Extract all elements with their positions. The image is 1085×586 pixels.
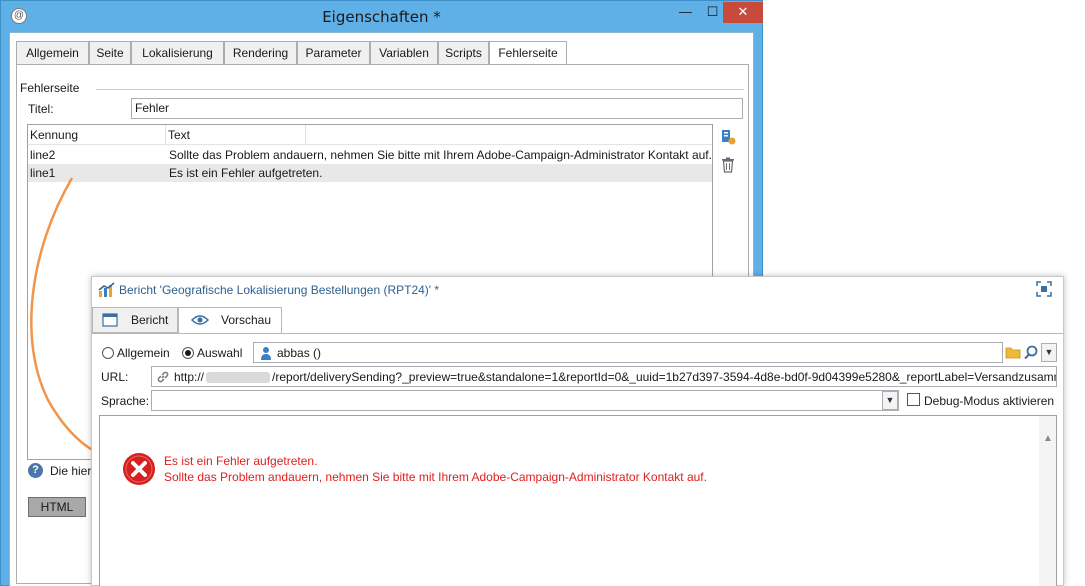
tab-bericht[interactable]: Bericht — [92, 307, 178, 333]
tab-allgemein[interactable]: Allgemein — [16, 41, 89, 65]
tab-label: Vorschau — [221, 313, 272, 327]
tab-lokalisierung[interactable]: Lokalisierung — [131, 41, 224, 65]
scrollbar[interactable]: ▲ — [1039, 416, 1056, 586]
eye-icon — [191, 315, 209, 325]
user-value: abbas () — [277, 346, 322, 360]
trash-icon[interactable] — [720, 157, 736, 173]
html-button[interactable]: HTML — [28, 497, 86, 517]
row-text: Es ist ein Fehler aufgetreten. — [169, 166, 323, 180]
close-button[interactable]: ✕ — [723, 2, 763, 23]
radio-allgemein[interactable] — [102, 347, 114, 359]
language-dropdown-button[interactable]: ▼ — [882, 391, 898, 410]
tab-divider — [92, 333, 1063, 334]
column-divider[interactable] — [165, 125, 166, 145]
table-row[interactable]: line2 Sollte das Problem andauern, nehme… — [28, 146, 712, 164]
title-bar[interactable]: @ Eigenschaften * — ☐ ✕ — [1, 1, 763, 32]
folder-icon[interactable] — [1004, 343, 1022, 362]
chart-icon — [98, 282, 115, 297]
language-label: Sprache: — [101, 394, 150, 408]
preview-pane: Es ist ein Fehler aufgetreten. Sollte da… — [99, 415, 1057, 586]
error-message: Es ist ein Fehler aufgetreten. — [164, 454, 318, 468]
group-divider — [96, 89, 744, 90]
link-icon — [157, 371, 169, 383]
url-path: /report/deliverySending?_preview=true&st… — [272, 370, 1057, 384]
user-dropdown-button[interactable]: ▼ — [1041, 343, 1057, 362]
group-label: Fehlerseite — [20, 81, 84, 95]
search-icon[interactable] — [1022, 343, 1040, 362]
window-title: Eigenschaften * — [322, 8, 441, 26]
tab-variablen[interactable]: Variablen — [370, 41, 438, 65]
radio-label: Allgemein — [117, 346, 170, 360]
add-row-icon[interactable] — [720, 129, 736, 145]
minimize-button[interactable]: — — [672, 2, 699, 23]
language-select[interactable] — [151, 390, 899, 411]
scroll-up-icon[interactable]: ▲ — [1043, 433, 1053, 444]
help-text: Die hier — [50, 464, 92, 478]
row-text: Sollte das Problem andauern, nehmen Sie … — [169, 148, 712, 162]
report-window: Bericht 'Geografische Lokalisierung Best… — [91, 276, 1064, 586]
tab-vorschau[interactable]: Vorschau — [178, 307, 282, 334]
window-icon — [102, 313, 118, 327]
tab-label: Bericht — [131, 313, 169, 327]
fullscreen-icon[interactable] — [1035, 280, 1053, 298]
row-id: line1 — [30, 166, 56, 180]
url-value: http:// /report/deliverySending?_preview=… — [174, 370, 1057, 384]
url-field[interactable]: http:// /report/deliverySending?_preview=… — [151, 366, 1057, 387]
error-detail: Sollte das Problem andauern, nehmen Sie … — [164, 470, 707, 484]
tab-parameter[interactable]: Parameter — [297, 41, 370, 65]
tab-rendering[interactable]: Rendering — [224, 41, 297, 65]
titel-input[interactable]: Fehler — [131, 98, 743, 119]
user-icon — [261, 347, 271, 360]
error-icon — [123, 453, 155, 485]
row-id: line2 — [30, 148, 56, 162]
help-icon: ? — [28, 463, 43, 478]
column-header-kennung[interactable]: Kennung — [30, 128, 78, 142]
radio-auswahl[interactable] — [182, 347, 194, 359]
redacted-host — [206, 372, 271, 384]
column-header-text[interactable]: Text — [168, 128, 190, 142]
report-title: Bericht 'Geografische Lokalisierung Best… — [119, 283, 440, 297]
titel-label: Titel: — [28, 102, 54, 116]
radio-label: Auswahl — [197, 346, 243, 360]
column-divider[interactable] — [305, 125, 306, 145]
url-prefix: http:// — [174, 370, 205, 384]
grid-header: Kennung Text — [28, 125, 712, 145]
table-row[interactable]: line1 Es ist ein Fehler aufgetreten. — [28, 164, 712, 182]
maximize-button[interactable]: ☐ — [699, 2, 726, 23]
url-label: URL: — [101, 370, 129, 384]
tab-scripts[interactable]: Scripts — [438, 41, 489, 65]
tab-seite[interactable]: Seite — [89, 41, 131, 65]
user-selector[interactable]: abbas () — [253, 342, 1003, 363]
tab-fehlerseite[interactable]: Fehlerseite — [489, 41, 567, 66]
debug-label: Debug-Modus aktivieren — [924, 394, 1055, 408]
debug-checkbox[interactable] — [907, 393, 920, 406]
